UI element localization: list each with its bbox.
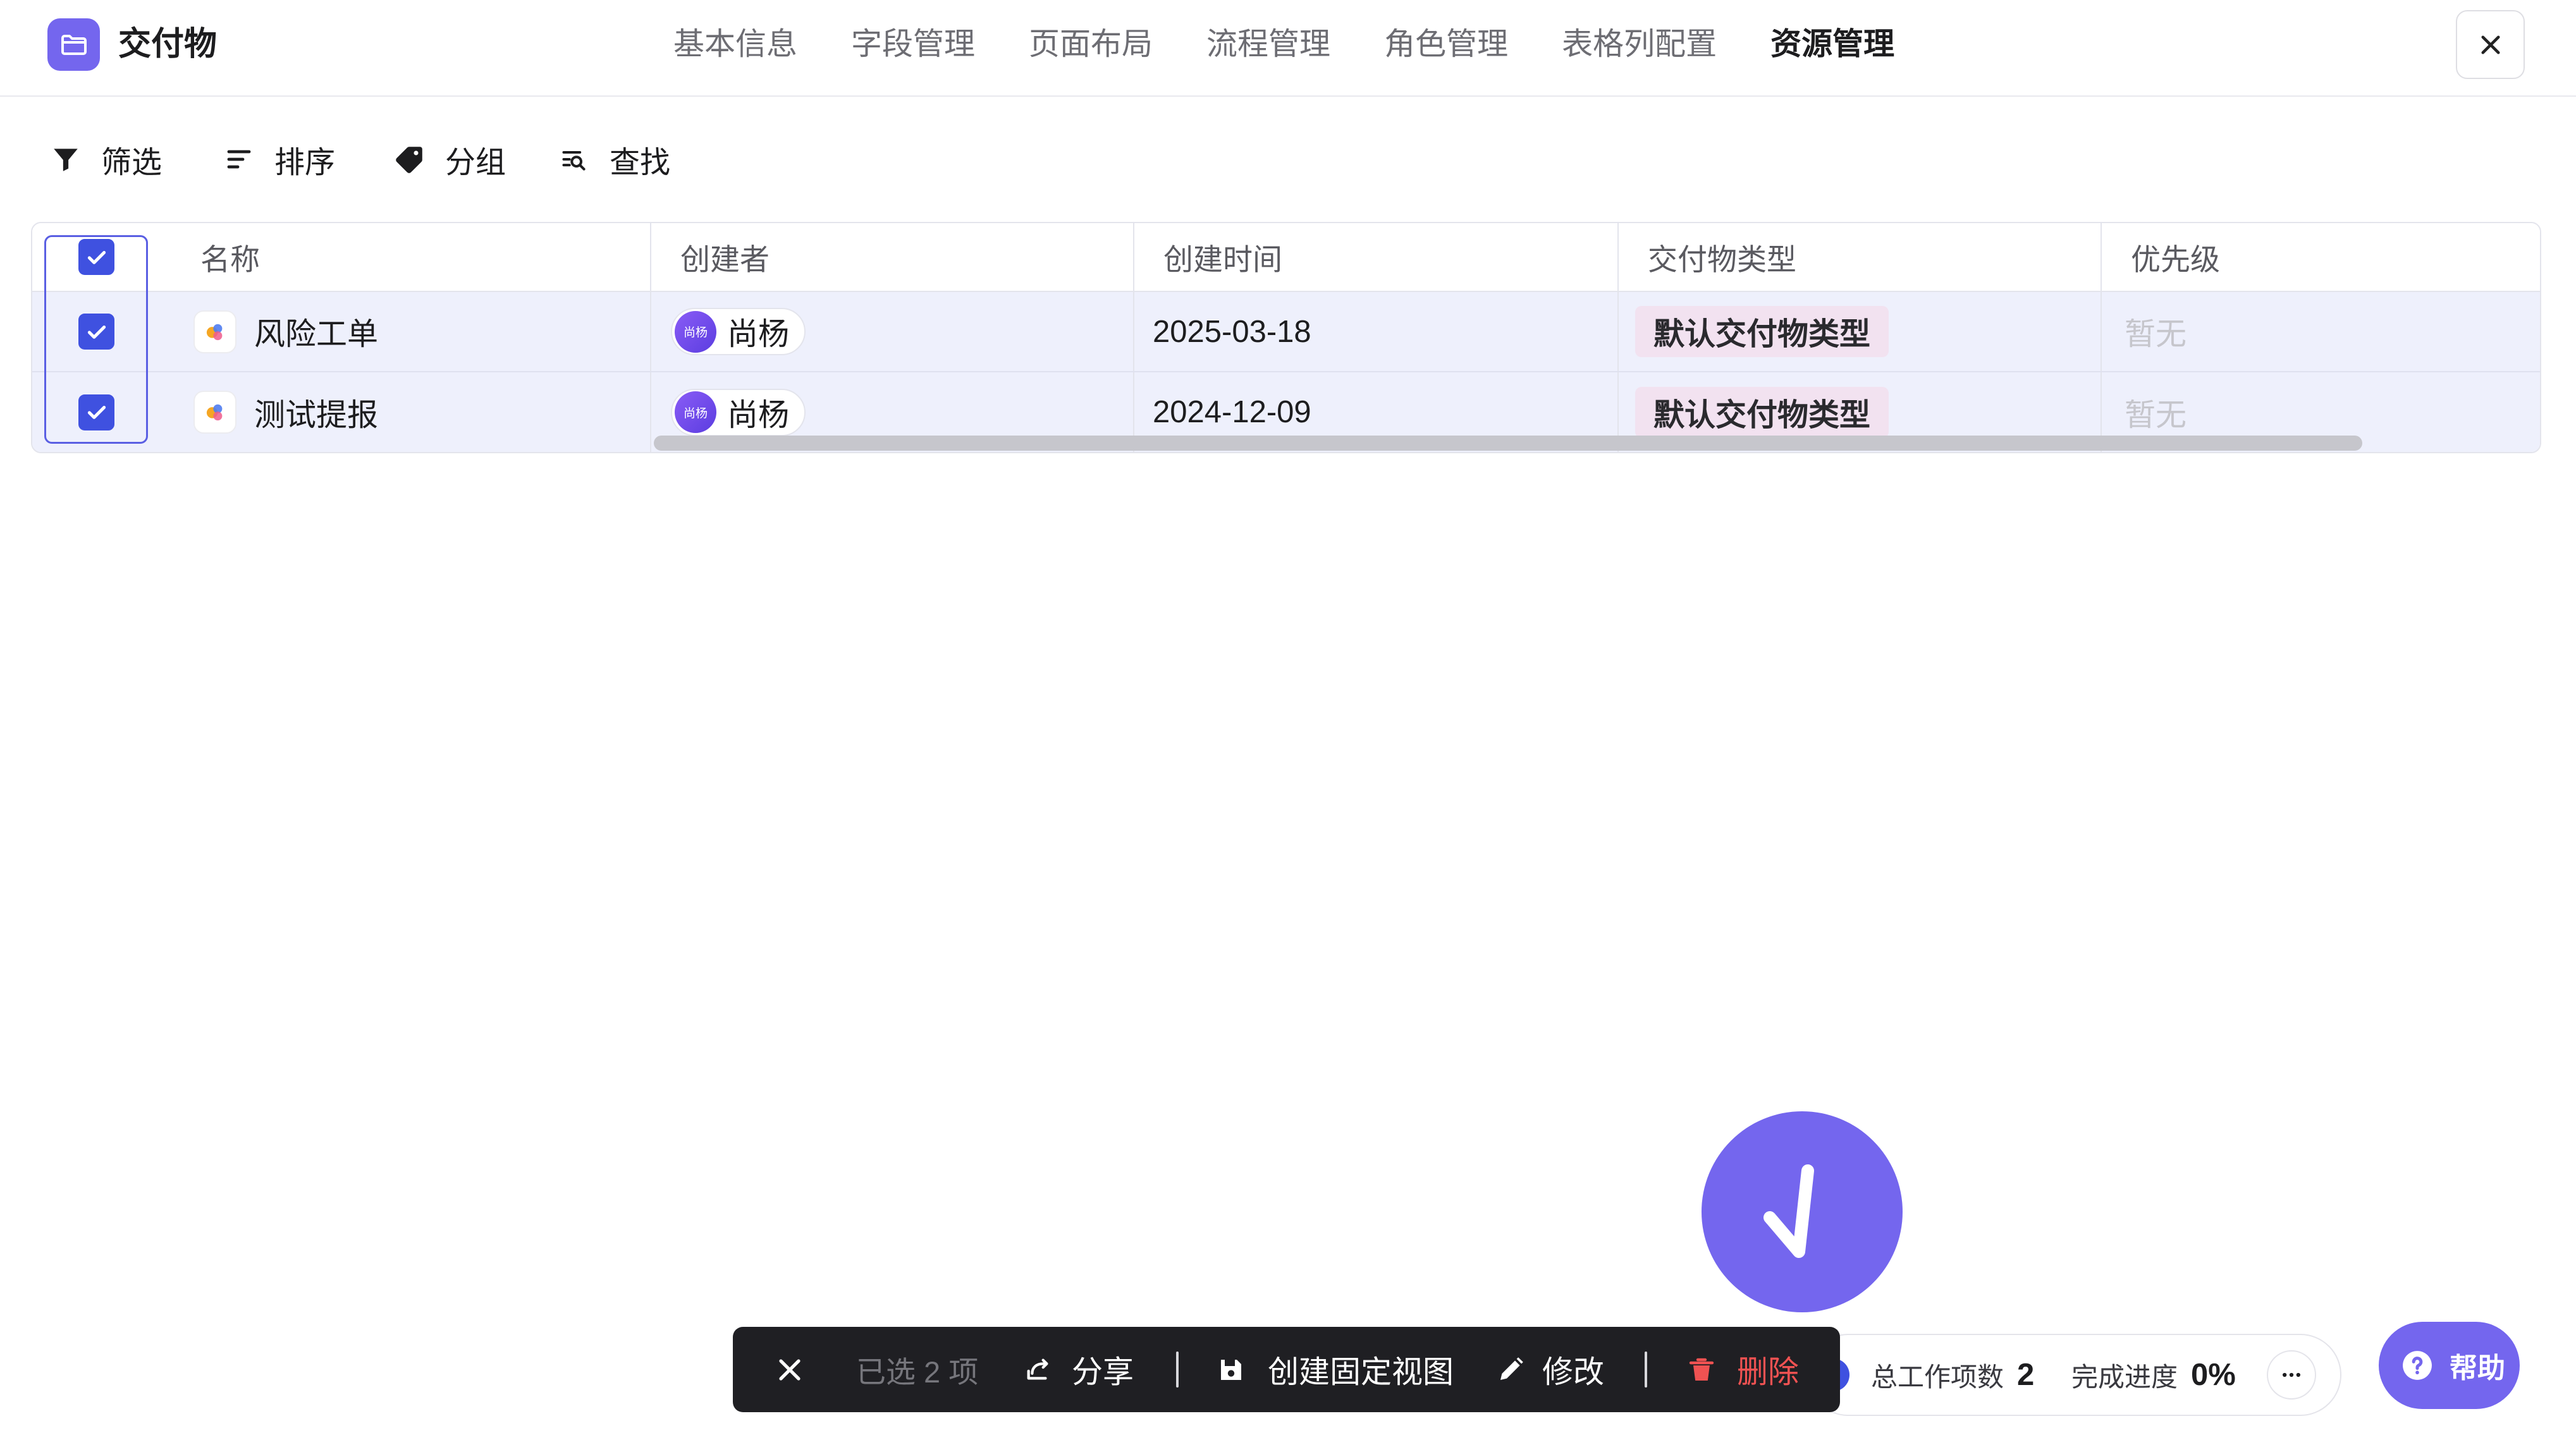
more-icon bbox=[2283, 1372, 2300, 1377]
help-button[interactable]: 帮助 bbox=[2379, 1322, 2520, 1409]
resource-table: 名称 创建者 创建时间 交付物类型 优先级 风险工单 尚杨 尚杨 2025-03… bbox=[31, 222, 2541, 453]
row-select-cell bbox=[32, 372, 161, 452]
selection-action-bar: 已选 2 项 分享 创建固定视图 修改 删除 bbox=[733, 1327, 1840, 1412]
delete-button[interactable]: 删除 bbox=[1686, 1327, 1799, 1412]
tab-role-management[interactable]: 角色管理 bbox=[1384, 25, 1508, 63]
create-fixed-view-button[interactable]: 创建固定视图 bbox=[1216, 1327, 1454, 1412]
table-header-row: 名称 创建者 创建时间 交付物类型 优先级 bbox=[32, 223, 2540, 292]
save-icon bbox=[1221, 1359, 1241, 1380]
sort-label: 排序 bbox=[274, 146, 336, 180]
deliverable-icon bbox=[193, 310, 236, 353]
find-label: 查找 bbox=[610, 146, 671, 180]
creator-chip[interactable]: 尚杨 尚杨 bbox=[671, 308, 806, 355]
page-title: 交付物 bbox=[118, 26, 218, 63]
select-all-checkbox[interactable] bbox=[78, 239, 114, 275]
work-item-stats: 总工作项数 2 完成进度 0% bbox=[1807, 1334, 2341, 1416]
filter-label: 筛选 bbox=[101, 146, 163, 180]
horizontal-scrollbar[interactable] bbox=[654, 436, 2362, 451]
row-name: 测试提报 bbox=[254, 398, 379, 432]
row-type-cell: 默认交付物类型 bbox=[1619, 292, 2102, 371]
find-icon bbox=[558, 143, 591, 176]
share-label: 分享 bbox=[1072, 1355, 1134, 1389]
progress-value: 0% bbox=[2191, 1358, 2236, 1392]
row-name-cell[interactable]: 风险工单 bbox=[161, 292, 651, 371]
top-bar: 交付物 基本信息 字段管理 页面布局 流程管理 角色管理 表格列配置 资源管理 bbox=[0, 0, 2576, 97]
row-priority: 暂无 bbox=[2125, 317, 2187, 351]
clear-selection-button[interactable] bbox=[775, 1327, 805, 1412]
divider bbox=[1176, 1352, 1179, 1388]
creator-name: 尚杨 bbox=[727, 317, 790, 351]
more-button[interactable] bbox=[2267, 1350, 2316, 1400]
sort-icon bbox=[223, 143, 255, 176]
close-button[interactable] bbox=[2456, 10, 2525, 79]
avatar: 尚杨 bbox=[675, 391, 716, 433]
check-icon bbox=[87, 406, 106, 419]
tab-table-column-config[interactable]: 表格列配置 bbox=[1562, 25, 1717, 63]
help-label: 帮助 bbox=[2450, 1353, 2505, 1384]
find-button[interactable]: 查找 bbox=[558, 140, 671, 180]
progress-label: 完成进度 bbox=[2071, 1362, 2178, 1392]
creator-name: 尚杨 bbox=[727, 398, 790, 432]
trash-icon bbox=[1689, 1358, 1714, 1381]
scroll-down-button[interactable] bbox=[1702, 1111, 1903, 1312]
column-header-name[interactable]: 名称 bbox=[161, 223, 651, 291]
total-items-label: 总工作项数 bbox=[1871, 1362, 2004, 1392]
row-checkbox[interactable] bbox=[78, 314, 114, 350]
selected-count: 已选 2 项 bbox=[856, 1355, 979, 1389]
check-icon bbox=[87, 250, 106, 264]
row-created-at: 2025-03-18 bbox=[1134, 292, 1619, 371]
row-name: 风险工单 bbox=[254, 317, 379, 351]
row-creator-cell: 尚杨 尚杨 bbox=[651, 292, 1134, 371]
divider bbox=[1645, 1352, 1647, 1388]
close-icon bbox=[2481, 35, 2500, 54]
sort-button[interactable]: 排序 bbox=[223, 140, 336, 180]
create-fixed-view-label: 创建固定视图 bbox=[1268, 1355, 1454, 1389]
delete-label: 删除 bbox=[1737, 1355, 1800, 1389]
column-header-creator[interactable]: 创建者 bbox=[651, 223, 1134, 291]
row-select-cell bbox=[32, 292, 161, 371]
tab-bar: 基本信息 字段管理 页面布局 流程管理 角色管理 表格列配置 资源管理 bbox=[673, 25, 1894, 63]
total-items-value: 2 bbox=[2017, 1358, 2035, 1392]
arrow-down-icon bbox=[1763, 1164, 1814, 1258]
group-button[interactable]: 分组 bbox=[393, 140, 506, 180]
column-header-type[interactable]: 交付物类型 bbox=[1619, 223, 2102, 291]
help-icon bbox=[2403, 1351, 2432, 1380]
filter-icon bbox=[49, 143, 82, 176]
select-all-cell bbox=[32, 223, 161, 291]
filter-button[interactable]: 筛选 bbox=[49, 140, 163, 180]
check-icon bbox=[87, 325, 106, 339]
tab-basic-info[interactable]: 基本信息 bbox=[673, 25, 797, 63]
edit-button[interactable]: 修改 bbox=[1495, 1327, 1604, 1412]
tab-resource-management[interactable]: 资源管理 bbox=[1770, 25, 1894, 63]
type-tag: 默认交付物类型 bbox=[1635, 306, 1889, 357]
tab-page-layout[interactable]: 页面布局 bbox=[1029, 25, 1153, 63]
close-icon bbox=[779, 1358, 800, 1381]
column-header-created-at[interactable]: 创建时间 bbox=[1134, 223, 1619, 291]
share-button[interactable]: 分享 bbox=[1024, 1327, 1134, 1412]
group-label: 分组 bbox=[445, 146, 506, 180]
tab-field-management[interactable]: 字段管理 bbox=[851, 25, 975, 63]
type-tag: 默认交付物类型 bbox=[1635, 386, 1889, 438]
tab-workflow-management[interactable]: 流程管理 bbox=[1206, 25, 1330, 63]
tag-icon bbox=[393, 143, 426, 176]
deliverable-icon bbox=[193, 391, 236, 434]
edit-label: 修改 bbox=[1542, 1355, 1605, 1389]
row-name-cell[interactable]: 测试提报 bbox=[161, 372, 651, 452]
share-icon bbox=[1027, 1358, 1048, 1380]
column-header-priority[interactable]: 优先级 bbox=[2102, 223, 2540, 291]
avatar: 尚杨 bbox=[675, 310, 716, 353]
folder-icon bbox=[47, 18, 100, 71]
table-row[interactable]: 风险工单 尚杨 尚杨 2025-03-18 默认交付物类型 暂无 bbox=[32, 292, 2540, 372]
row-checkbox[interactable] bbox=[78, 394, 114, 430]
edit-icon bbox=[1500, 1357, 1523, 1380]
creator-chip[interactable]: 尚杨 尚杨 bbox=[671, 388, 806, 436]
